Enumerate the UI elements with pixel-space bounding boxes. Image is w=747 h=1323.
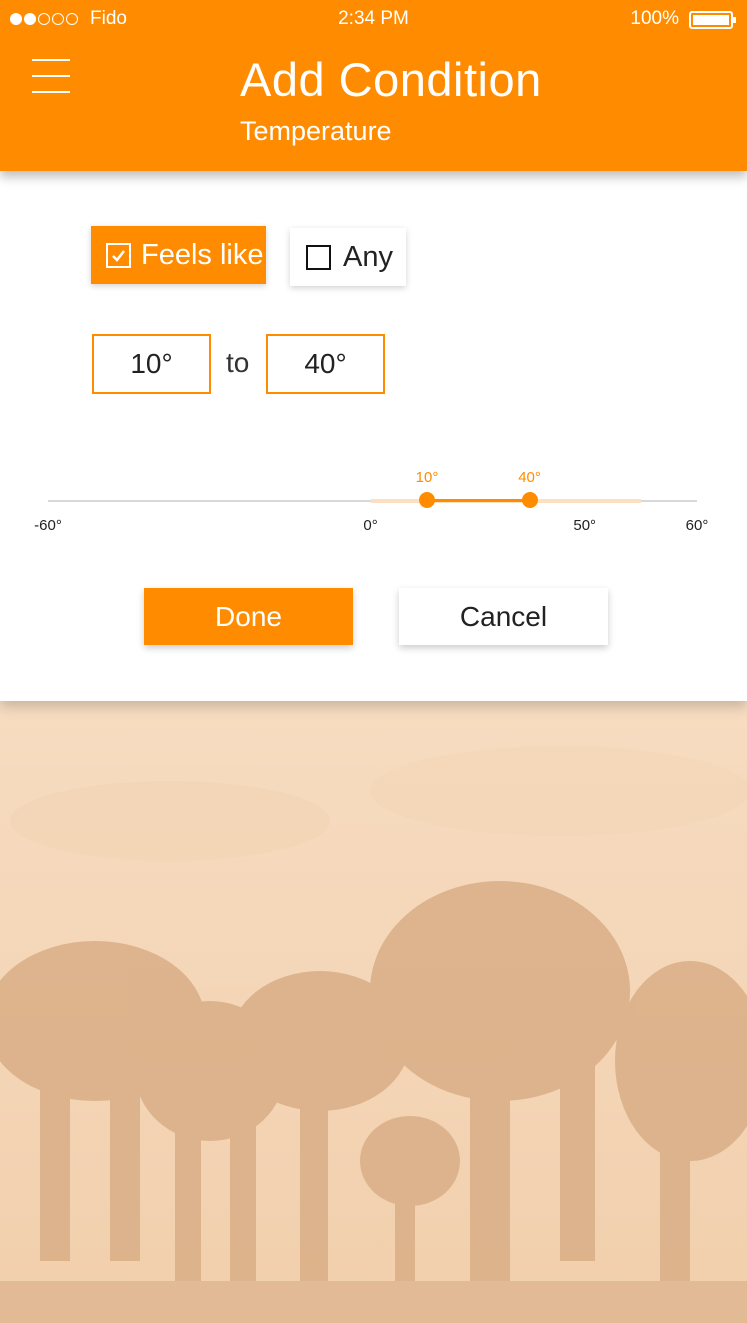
any-toggle[interactable]: Any (290, 228, 406, 286)
tick-label: 60° (685, 517, 709, 534)
hamburger-menu-icon[interactable] (32, 58, 70, 94)
high-thumb-label: 40° (518, 469, 541, 486)
slider-selected-range (427, 499, 530, 502)
unchecked-checkbox-icon (306, 244, 331, 270)
cancel-button[interactable]: Cancel (399, 588, 608, 645)
condition-card: Feels like Any 10° to 40° 10° 40° -60° 0… (0, 171, 747, 701)
elephant-herd-background-image (0, 701, 747, 1323)
status-bar: Fido 2:34 PM 100% (0, 0, 747, 38)
checked-checkbox-icon (106, 242, 131, 268)
feels-like-toggle[interactable]: Feels like (91, 226, 266, 284)
page-title: Add Condition (240, 53, 542, 106)
high-slider-handle[interactable] (521, 492, 538, 508)
temperature-range-slider[interactable]: 10° 40° -60° 0° 50° 60° (34, 466, 708, 546)
feels-like-label: Feels like (141, 238, 264, 271)
range-separator-label: to (226, 347, 250, 378)
done-button[interactable]: Done (144, 588, 353, 645)
min-temperature-input[interactable]: 10° (92, 334, 211, 394)
battery-icon (689, 11, 736, 29)
max-temperature-input[interactable]: 40° (266, 334, 385, 394)
battery-percentage: 100% (630, 8, 679, 29)
page-subtitle: Temperature (240, 116, 392, 146)
app-header: Fido 2:34 PM 100% Add Condition Temperat… (0, 0, 747, 171)
low-slider-handle[interactable] (419, 492, 436, 508)
tick-label: 0° (363, 517, 378, 534)
tick-label: 50° (573, 517, 597, 534)
low-thumb-label: 10° (415, 469, 439, 486)
any-label: Any (343, 240, 393, 273)
tick-label: -60° (34, 517, 62, 534)
